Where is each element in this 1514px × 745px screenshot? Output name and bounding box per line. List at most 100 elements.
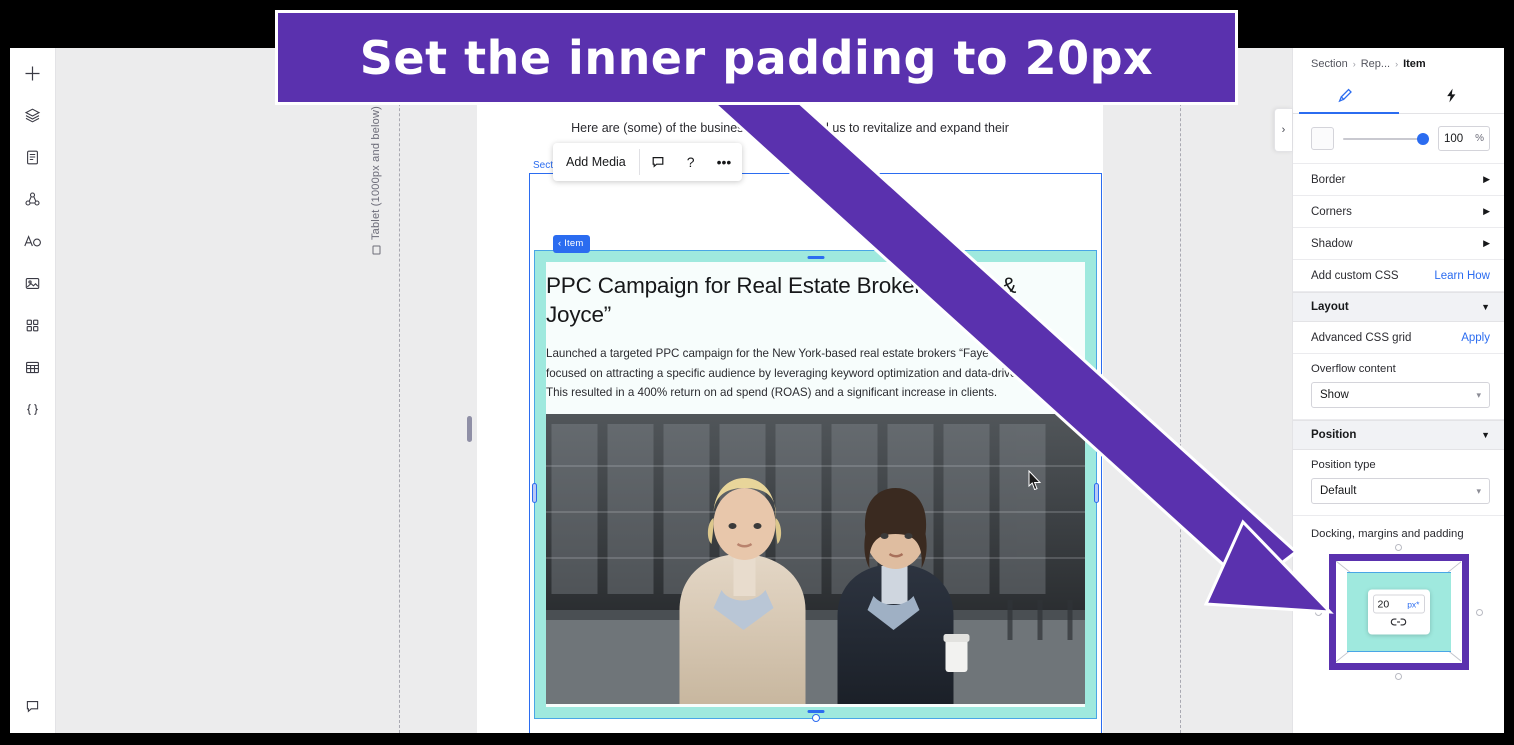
chevron-down-icon: ▼ xyxy=(1481,430,1490,440)
custom-css-label: Add custom CSS xyxy=(1311,269,1399,282)
color-swatch[interactable] xyxy=(1311,127,1334,150)
shadow-row[interactable]: Shadow ▶ xyxy=(1293,228,1504,260)
advanced-css-grid-row[interactable]: Advanced CSS grid Apply xyxy=(1293,322,1504,354)
chevron-right-icon: ▶ xyxy=(1483,174,1490,184)
annotation-banner: Set the inner padding to 20px xyxy=(275,10,1238,105)
item-drag-handle-bottom[interactable] xyxy=(807,710,824,713)
chevron-down-icon: ▾ xyxy=(1476,485,1481,496)
breakpoint-label: Tablet (1000px and below) xyxy=(370,106,382,255)
add-media-button[interactable]: Add Media xyxy=(553,143,639,181)
add-icon[interactable] xyxy=(16,56,50,90)
canvas-resize-handle-left[interactable] xyxy=(467,416,472,442)
custom-css-row[interactable]: Add custom CSS Learn How xyxy=(1293,260,1504,292)
overflow-content-select[interactable]: Show ▾ xyxy=(1311,382,1490,408)
lightning-icon xyxy=(1443,87,1460,107)
table-icon[interactable] xyxy=(16,350,50,384)
item-badge[interactable]: ‹ Item xyxy=(553,235,591,253)
breadcrumb-separator-1: › xyxy=(1352,59,1356,69)
padding-handle-bottom[interactable] xyxy=(1395,673,1402,680)
position-type-select[interactable]: Default ▾ xyxy=(1311,478,1490,504)
overflow-content-block: Overflow content Show ▾ xyxy=(1293,354,1504,420)
page-canvas: Here are (some) of the businesses that t… xyxy=(477,48,1103,733)
editor-window: Tablet (1000px and below) Here are (some… xyxy=(10,48,1504,733)
padding-widget[interactable]: 20 px* xyxy=(1314,544,1483,680)
editor-stage: Tablet (1000px and below) Here are (some… xyxy=(56,48,1292,733)
layers-icon[interactable] xyxy=(16,98,50,132)
page-icon[interactable] xyxy=(16,140,50,174)
corners-label: Corners xyxy=(1311,205,1352,218)
active-tab-indicator xyxy=(1299,111,1399,114)
item-resize-dot-bottom[interactable] xyxy=(811,714,820,722)
link-icon[interactable] xyxy=(1373,614,1425,631)
item-padding-area: PPC Campaign for Real Estate Brokers “Fa… xyxy=(546,262,1085,707)
padding-value-chip[interactable]: 20 px* xyxy=(1367,589,1430,635)
image-icon[interactable] xyxy=(16,266,50,300)
breadcrumb-current[interactable]: Item xyxy=(1403,58,1426,70)
border-row[interactable]: Border ▶ xyxy=(1293,164,1504,196)
position-section-header[interactable]: Position ▼ xyxy=(1293,420,1504,450)
padding-outer-box: 20 px* xyxy=(1335,561,1462,663)
interactions-tab[interactable] xyxy=(1399,80,1505,113)
canvas-resize-handle-right[interactable] xyxy=(1103,416,1108,442)
apps-icon[interactable] xyxy=(16,308,50,342)
padding-input[interactable]: 20 px* xyxy=(1372,594,1425,614)
breadcrumb-repeater[interactable]: Rep... xyxy=(1361,58,1390,70)
design-tab[interactable] xyxy=(1293,80,1399,113)
advanced-css-grid-label: Advanced CSS grid xyxy=(1311,331,1412,344)
layout-section-header[interactable]: Layout ▼ xyxy=(1293,292,1504,322)
chevron-down-icon: ▼ xyxy=(1481,302,1490,312)
selected-item[interactable]: PPC Campaign for Real Estate Brokers “Fa… xyxy=(532,250,1099,722)
case-study-photo xyxy=(546,414,1085,704)
code-icon[interactable] xyxy=(16,392,50,426)
padding-value: 20 xyxy=(1377,598,1390,610)
border-label: Border xyxy=(1311,173,1346,186)
annotation-text: Set the inner padding to 20px xyxy=(359,30,1154,85)
breadcrumb: Section › Rep... › Item xyxy=(1293,48,1504,80)
docking-label: Docking, margins and padding xyxy=(1311,528,1464,540)
case-study-title: PPC Campaign for Real Estate Brokers “Fa… xyxy=(546,273,1017,327)
case-study-card: PPC Campaign for Real Estate Brokers “Fa… xyxy=(546,262,1085,707)
position-title: Position xyxy=(1311,429,1357,441)
breadcrumb-separator-2: › xyxy=(1395,59,1399,69)
item-resize-handle-right[interactable] xyxy=(1094,483,1099,503)
screenshot-root: Tablet (1000px and below) Here are (some… xyxy=(0,0,1514,745)
comment-icon[interactable] xyxy=(640,143,676,181)
padding-handle-top[interactable] xyxy=(1395,544,1402,551)
apply-link[interactable]: Apply xyxy=(1461,332,1490,344)
chevron-right-icon: ▶ xyxy=(1483,206,1490,216)
position-type-value: Default xyxy=(1320,485,1357,497)
section-label[interactable]: Sect xyxy=(533,160,553,171)
opacity-row: 100 % xyxy=(1293,114,1504,164)
opacity-value: 100 xyxy=(1444,132,1464,145)
breakpoint-label-text: Tablet (1000px and below) xyxy=(370,106,382,241)
padding-handle-right[interactable] xyxy=(1475,608,1483,616)
overflow-content-value: Show xyxy=(1320,389,1349,401)
more-options-button[interactable]: ••• xyxy=(706,143,743,181)
learn-how-link[interactable]: Learn How xyxy=(1434,270,1490,282)
padding-handle-left[interactable] xyxy=(1314,608,1322,616)
layout-title: Layout xyxy=(1311,301,1349,313)
tablet-icon xyxy=(372,245,380,255)
item-resize-handle-left[interactable] xyxy=(532,483,537,503)
comments-icon[interactable] xyxy=(16,689,50,723)
connections-icon[interactable] xyxy=(16,182,50,216)
mouse-cursor xyxy=(1028,470,1042,490)
padding-highlight-ring: 20 px* xyxy=(1328,554,1469,670)
case-study-body: Launched a targeted PPC campaign for the… xyxy=(546,346,1075,400)
opacity-slider[interactable] xyxy=(1343,132,1429,146)
inspector-panel: Section › Rep... › Item 100 % Border ▶ C… xyxy=(1292,48,1504,733)
position-type-block: Position type Default ▾ xyxy=(1293,450,1504,516)
text-icon[interactable] xyxy=(16,224,50,258)
paintbrush-icon xyxy=(1337,87,1354,107)
overflow-content-label: Overflow content xyxy=(1311,363,1396,375)
opacity-input[interactable]: 100 % xyxy=(1438,126,1490,151)
chevron-right-icon: ▶ xyxy=(1483,238,1490,248)
slider-knob[interactable] xyxy=(1417,132,1429,145)
position-type-label: Position type xyxy=(1311,459,1376,471)
panel-collapse-button[interactable]: › xyxy=(1274,108,1292,152)
breakpoint-guide-left xyxy=(399,48,400,733)
help-button[interactable]: ? xyxy=(676,143,706,181)
corners-row[interactable]: Corners ▶ xyxy=(1293,196,1504,228)
item-drag-handle-top[interactable] xyxy=(807,256,824,259)
breadcrumb-section[interactable]: Section xyxy=(1311,58,1348,70)
